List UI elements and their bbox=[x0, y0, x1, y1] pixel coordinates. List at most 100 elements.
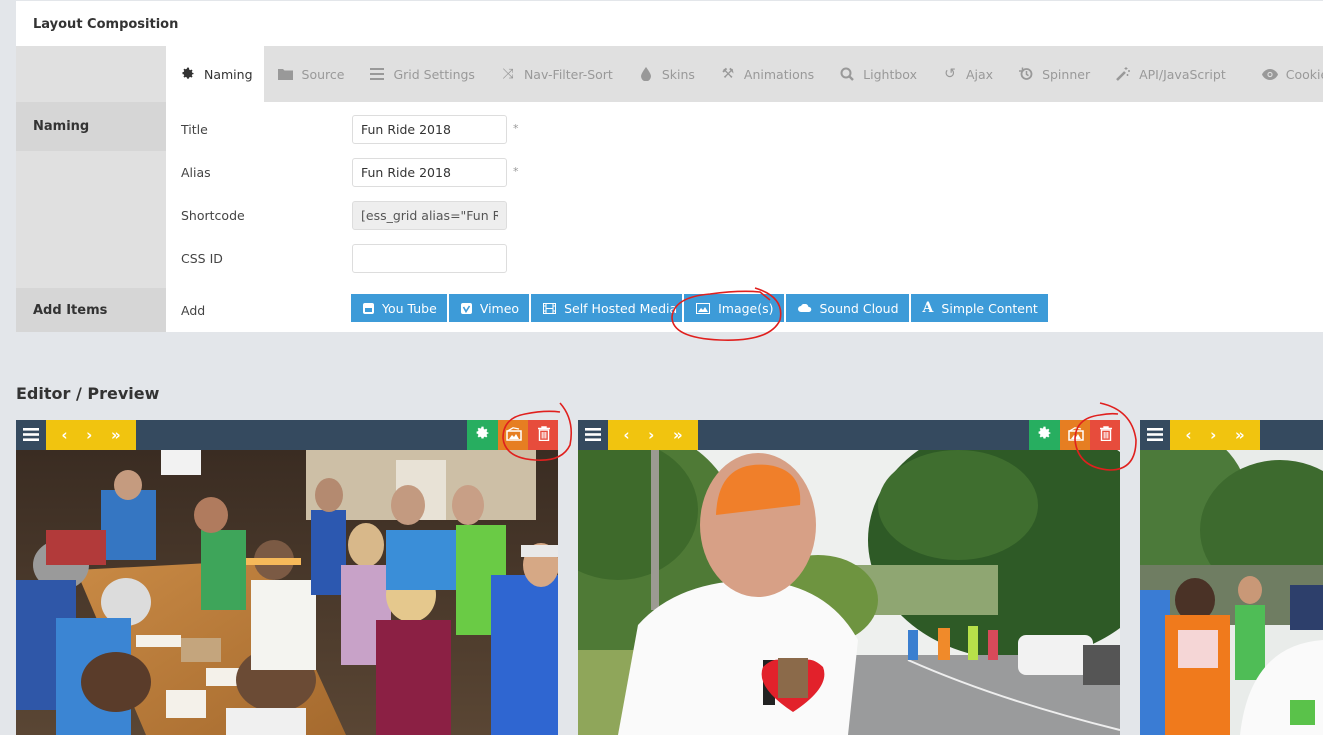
tab-lightbox[interactable]: Lightbox bbox=[825, 46, 928, 102]
tab-api-javascript[interactable]: API/JavaScript bbox=[1101, 46, 1248, 102]
shortcode-input[interactable] bbox=[352, 201, 507, 230]
image-icon bbox=[696, 302, 711, 314]
button-label: Simple Content bbox=[941, 300, 1038, 316]
drag-menu-button[interactable] bbox=[578, 420, 608, 450]
card-toolbar: ‹ › » bbox=[16, 420, 558, 450]
move-next-button[interactable]: › bbox=[648, 426, 654, 444]
alias-required-mark: * bbox=[513, 165, 519, 178]
move-last-button[interactable]: » bbox=[111, 426, 121, 444]
tab-skins[interactable]: Skins bbox=[624, 46, 706, 102]
move-next-button[interactable]: › bbox=[86, 426, 92, 444]
vimeo-icon bbox=[460, 302, 472, 314]
item-photo-elderly-man[interactable] bbox=[578, 450, 1120, 735]
move-last-button[interactable]: » bbox=[673, 426, 683, 444]
font-icon: A bbox=[922, 300, 934, 316]
add-images-button[interactable]: Image(s) bbox=[684, 294, 784, 322]
tab-label: Cookies bbox=[1285, 66, 1323, 82]
change-image-button[interactable] bbox=[1060, 420, 1091, 450]
tab-spinner[interactable]: Spinner bbox=[1004, 46, 1101, 102]
alias-input[interactable] bbox=[352, 158, 507, 187]
move-controls: ‹ › » bbox=[46, 420, 136, 450]
tab-nav-filter-sort[interactable]: ⤨ Nav-Filter-Sort bbox=[486, 46, 624, 102]
css-id-input[interactable] bbox=[352, 244, 507, 273]
tab-cookies[interactable]: Cookies bbox=[1248, 46, 1323, 102]
hamburger-icon bbox=[1147, 426, 1163, 445]
delete-item-button[interactable] bbox=[528, 420, 558, 450]
image-icon bbox=[505, 426, 522, 445]
move-prev-button[interactable]: ‹ bbox=[623, 426, 629, 444]
section-naming: Naming bbox=[16, 102, 166, 151]
card-toolbar: ‹ › » bbox=[1140, 420, 1323, 450]
section-add-items: Add Items bbox=[16, 288, 166, 332]
folder-icon bbox=[278, 68, 294, 80]
tab-label: Naming bbox=[204, 66, 253, 82]
tab-ajax[interactable]: ↺ Ajax bbox=[928, 46, 1004, 102]
hamburger-icon bbox=[585, 426, 601, 445]
item-settings-button[interactable] bbox=[1029, 420, 1060, 450]
delete-item-button[interactable] bbox=[1090, 420, 1120, 450]
shuffle-icon: ⤨ bbox=[502, 66, 514, 82]
tab-label: Source bbox=[301, 66, 345, 82]
title-label: Title bbox=[181, 122, 208, 137]
undo-icon: ↺ bbox=[944, 66, 956, 82]
grid-item-card: ‹ › » bbox=[578, 420, 1120, 735]
move-prev-button[interactable]: ‹ bbox=[61, 426, 67, 444]
item-settings-button[interactable] bbox=[467, 420, 498, 450]
title-required-mark: * bbox=[513, 122, 519, 135]
shortcode-label: Shortcode bbox=[181, 208, 245, 223]
item-photo-runners[interactable] bbox=[1140, 450, 1323, 735]
drag-menu-button[interactable] bbox=[16, 420, 46, 450]
button-label: Image(s) bbox=[718, 300, 774, 316]
eye-icon bbox=[1261, 68, 1278, 80]
youtube-icon bbox=[363, 302, 374, 314]
tab-naming[interactable]: Naming bbox=[166, 46, 264, 102]
trash-icon bbox=[537, 425, 550, 445]
title-input[interactable] bbox=[352, 115, 507, 144]
gear-icon bbox=[475, 426, 490, 445]
cloud-icon bbox=[797, 304, 812, 312]
item-photo-registration[interactable] bbox=[16, 450, 558, 735]
tab-label: API/JavaScript bbox=[1139, 66, 1226, 82]
grid-item-card: ‹ › » bbox=[1140, 420, 1323, 735]
grid-item-card: ‹ › » bbox=[16, 420, 558, 735]
button-label: Sound Cloud bbox=[819, 300, 899, 316]
gear-icon bbox=[1037, 426, 1052, 445]
move-prev-button[interactable]: ‹ bbox=[1185, 426, 1191, 444]
tab-label: Skins bbox=[661, 66, 695, 82]
history-icon bbox=[1018, 67, 1034, 81]
move-controls: ‹ › » bbox=[608, 420, 698, 450]
trash-icon bbox=[1099, 425, 1112, 445]
search-icon bbox=[839, 67, 855, 81]
css-id-label: CSS ID bbox=[181, 251, 223, 266]
section-sidebar: Naming Add Items bbox=[16, 102, 166, 332]
tab-label: Grid Settings bbox=[393, 66, 475, 82]
add-simple-content-button[interactable]: A Simple Content bbox=[910, 294, 1048, 322]
add-self-hosted-media-button[interactable]: Self Hosted Media bbox=[531, 294, 683, 322]
panel-title: Layout Composition bbox=[33, 17, 179, 32]
tab-label: Animations bbox=[743, 66, 815, 82]
add-item-buttons: You Tube Vimeo Self Hosted Media Image(s… bbox=[351, 294, 1048, 322]
move-next-button[interactable]: › bbox=[1210, 426, 1216, 444]
alias-label: Alias bbox=[181, 165, 211, 180]
tab-bar: Naming Source Grid Settings ⤨ Nav-Filter… bbox=[16, 46, 1323, 102]
tools-icon: ⚒ bbox=[721, 66, 735, 82]
add-soundcloud-button[interactable]: Sound Cloud bbox=[785, 294, 909, 322]
tab-label: Ajax bbox=[965, 66, 994, 82]
move-controls: ‹ › » bbox=[1170, 420, 1260, 450]
change-image-button[interactable] bbox=[498, 420, 529, 450]
gear-icon bbox=[180, 67, 196, 81]
tab-source[interactable]: Source bbox=[264, 46, 356, 102]
film-icon bbox=[543, 302, 557, 314]
tab-grid-settings[interactable]: Grid Settings bbox=[355, 46, 485, 102]
drag-menu-button[interactable] bbox=[1140, 420, 1170, 450]
button-label: Self Hosted Media bbox=[564, 300, 678, 316]
move-last-button[interactable]: » bbox=[1235, 426, 1245, 444]
add-vimeo-button[interactable]: Vimeo bbox=[448, 294, 530, 322]
editor-preview-title: Editor / Preview bbox=[16, 384, 160, 403]
tab-animations[interactable]: ⚒ Animations bbox=[706, 46, 825, 102]
layout-composition-panel: Layout Composition Naming Source Grid Se… bbox=[16, 1, 1323, 332]
droplet-icon bbox=[638, 67, 654, 81]
add-youtube-button[interactable]: You Tube bbox=[351, 294, 447, 322]
hamburger-icon bbox=[23, 426, 39, 445]
tab-label: Nav-Filter-Sort bbox=[523, 66, 613, 82]
